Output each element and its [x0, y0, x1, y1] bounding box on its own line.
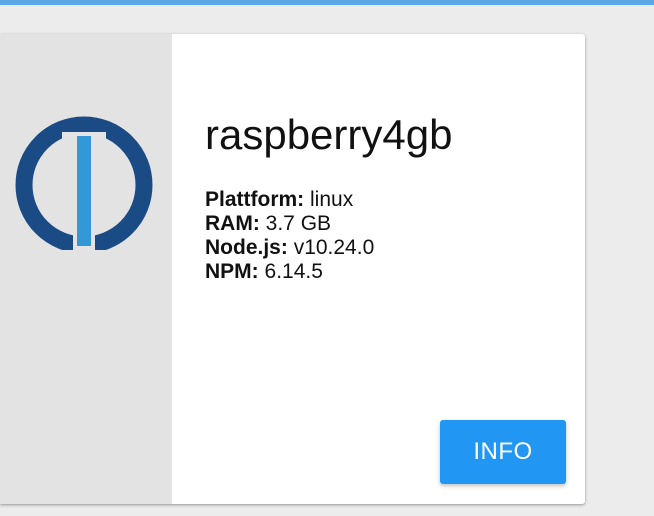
platform-label: Plattform:: [205, 188, 305, 211]
npm-value: 6.14.5: [264, 260, 323, 283]
platform-row: Plattform: linux: [205, 188, 565, 212]
ram-label: RAM:: [205, 212, 260, 235]
platform-value: linux: [310, 188, 354, 211]
npm-row: NPM: 6.14.5: [205, 260, 565, 284]
nodejs-label: Node.js:: [205, 236, 288, 259]
card-content: raspberry4gb Plattform: linux RAM: 3.7 G…: [205, 108, 565, 284]
iobroker-logo-icon: [15, 116, 153, 250]
nodejs-value: v10.24.0: [293, 236, 375, 259]
npm-label: NPM:: [205, 260, 259, 283]
host-card: raspberry4gb Plattform: linux RAM: 3.7 G…: [0, 34, 585, 504]
ram-value: 3.7 GB: [265, 212, 332, 235]
host-title: raspberry4gb: [205, 111, 453, 158]
card-media: [0, 34, 172, 504]
top-app-bar: [0, 0, 654, 5]
ram-row: RAM: 3.7 GB: [205, 212, 565, 236]
nodejs-row: Node.js: v10.24.0: [205, 236, 565, 260]
info-button[interactable]: INFO: [440, 420, 566, 484]
